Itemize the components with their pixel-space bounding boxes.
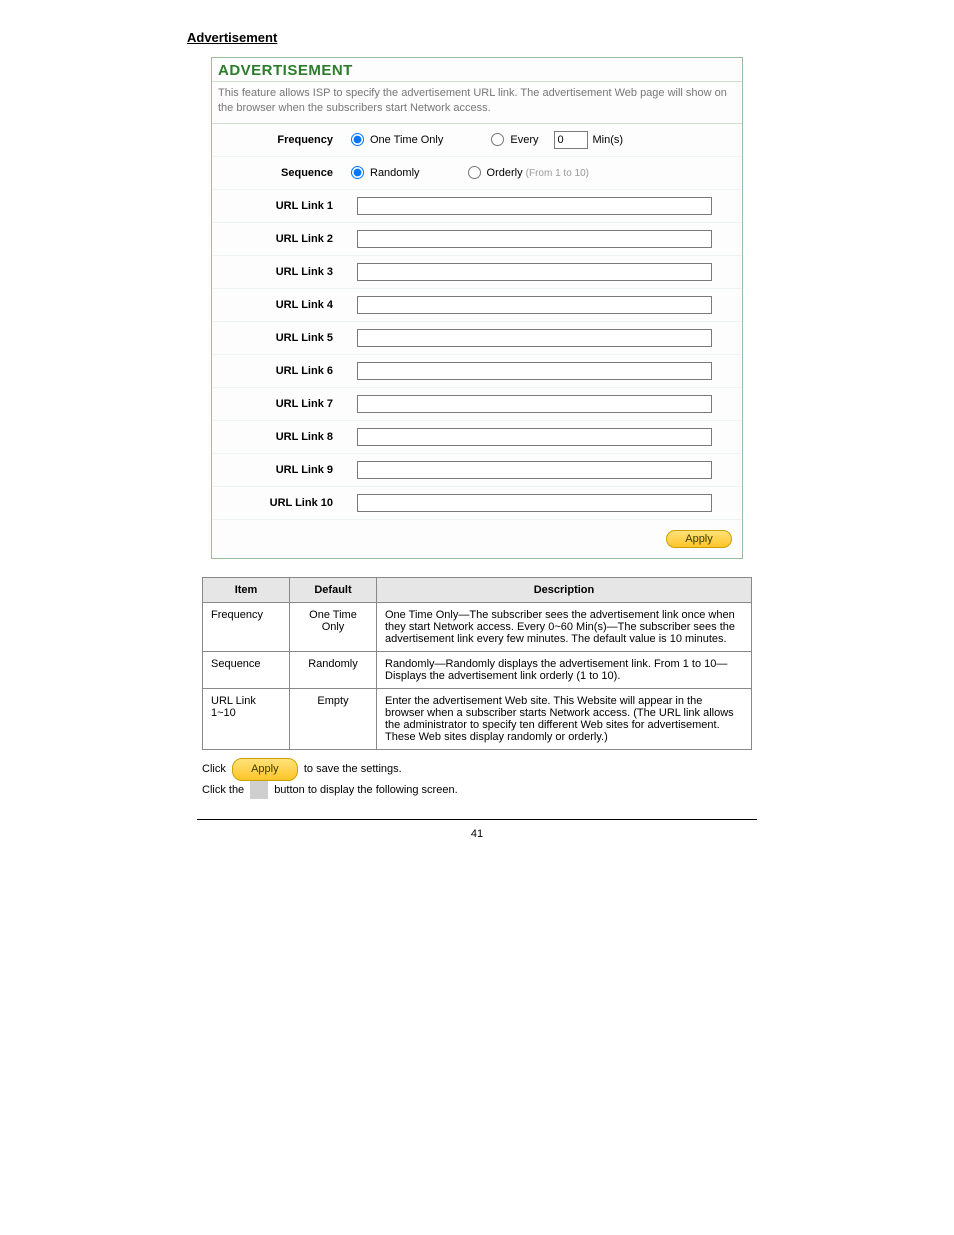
cell-item: Frequency bbox=[203, 602, 290, 651]
orderly-radio[interactable] bbox=[468, 166, 481, 179]
mins-label: Min(s) bbox=[592, 134, 623, 146]
cell-default: Randomly bbox=[290, 651, 377, 688]
cell-description: Enter the advertisement Web site. This W… bbox=[377, 688, 752, 749]
apply-button-inline[interactable]: Apply bbox=[232, 758, 298, 782]
cell-item: Sequence bbox=[203, 651, 290, 688]
url-link-label: URL Link 10 bbox=[212, 497, 347, 509]
cell-description: One Time Only—The subscriber sees the ad… bbox=[377, 602, 752, 651]
th-description: Description bbox=[377, 577, 752, 602]
url-link-row: URL Link 7 bbox=[212, 388, 742, 421]
one-time-only-radio[interactable] bbox=[351, 133, 364, 146]
table-row: FrequencyOne Time OnlyOne Time Only—The … bbox=[203, 602, 752, 651]
frequency-row: Frequency One Time Only Every Min(s) bbox=[212, 124, 742, 157]
url-link-label: URL Link 1 bbox=[212, 200, 347, 212]
url-link-input[interactable] bbox=[357, 230, 712, 248]
url-link-row: URL Link 8 bbox=[212, 421, 742, 454]
url-link-label: URL Link 2 bbox=[212, 233, 347, 245]
panel-description: This feature allows ISP to specify the a… bbox=[212, 82, 742, 124]
url-link-row: URL Link 6 bbox=[212, 355, 742, 388]
url-link-row: URL Link 3 bbox=[212, 256, 742, 289]
cell-item: URL Link 1~10 bbox=[203, 688, 290, 749]
advertisement-panel: ADVERTISEMENT This feature allows ISP to… bbox=[211, 57, 743, 559]
th-default: Default bbox=[290, 577, 377, 602]
every-minutes-input[interactable] bbox=[554, 131, 588, 149]
sequence-row: Sequence Randomly Orderly (From 1 to 10) bbox=[212, 157, 742, 190]
cell-description: Randomly—Randomly displays the advertise… bbox=[377, 651, 752, 688]
url-link-input[interactable] bbox=[357, 362, 712, 380]
page-number: 41 bbox=[42, 828, 912, 840]
table-row: URL Link 1~10EmptyEnter the advertisemen… bbox=[203, 688, 752, 749]
sequence-label: Sequence bbox=[212, 167, 347, 179]
url-link-row: URL Link 4 bbox=[212, 289, 742, 322]
url-link-row: URL Link 2 bbox=[212, 223, 742, 256]
every-label: Every bbox=[510, 134, 538, 146]
url-link-input[interactable] bbox=[357, 428, 712, 446]
button-placeholder-icon bbox=[250, 781, 268, 799]
randomly-radio[interactable] bbox=[351, 166, 364, 179]
cell-default: One Time Only bbox=[290, 602, 377, 651]
table-row: SequenceRandomlyRandomly—Randomly displa… bbox=[203, 651, 752, 688]
url-link-row: URL Link 9 bbox=[212, 454, 742, 487]
url-link-label: URL Link 5 bbox=[212, 332, 347, 344]
panel-title: ADVERTISEMENT bbox=[218, 62, 736, 79]
url-link-label: URL Link 8 bbox=[212, 431, 347, 443]
apply-instruction: Click Apply to save the settings. Click … bbox=[202, 758, 752, 800]
url-link-input[interactable] bbox=[357, 461, 712, 479]
url-link-row: URL Link 5 bbox=[212, 322, 742, 355]
url-link-label: URL Link 3 bbox=[212, 266, 347, 278]
url-link-input[interactable] bbox=[357, 329, 712, 347]
url-link-input[interactable] bbox=[357, 197, 712, 215]
randomly-label: Randomly bbox=[370, 167, 420, 179]
url-link-row: URL Link 1 bbox=[212, 190, 742, 223]
url-link-label: URL Link 6 bbox=[212, 365, 347, 377]
th-item: Item bbox=[203, 577, 290, 602]
one-time-only-label: One Time Only bbox=[370, 134, 443, 146]
url-link-input[interactable] bbox=[357, 296, 712, 314]
url-link-row: URL Link 10 bbox=[212, 487, 742, 519]
orderly-label: Orderly (From 1 to 10) bbox=[487, 167, 589, 179]
frequency-label: Frequency bbox=[212, 134, 347, 146]
every-radio[interactable] bbox=[491, 133, 504, 146]
apply-button[interactable]: Apply bbox=[666, 530, 732, 548]
footer-rule bbox=[197, 819, 757, 820]
url-link-label: URL Link 7 bbox=[212, 398, 347, 410]
url-link-input[interactable] bbox=[357, 395, 712, 413]
cell-default: Empty bbox=[290, 688, 377, 749]
url-link-input[interactable] bbox=[357, 263, 712, 281]
url-link-label: URL Link 4 bbox=[212, 299, 347, 311]
section-heading: Advertisement bbox=[187, 30, 912, 45]
url-link-label: URL Link 9 bbox=[212, 464, 347, 476]
description-table: Item Default Description FrequencyOne Ti… bbox=[202, 577, 752, 750]
url-link-input[interactable] bbox=[357, 494, 712, 512]
